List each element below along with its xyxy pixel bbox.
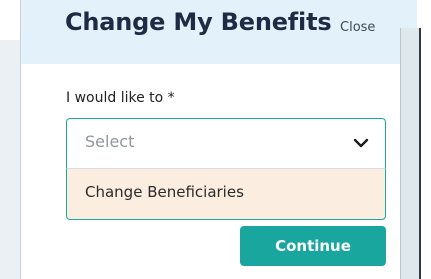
field-label: I would like to *	[66, 90, 175, 106]
continue-button[interactable]: Continue	[240, 226, 386, 266]
benefit-action-select[interactable]: Select	[66, 118, 386, 168]
left-bezel	[0, 40, 20, 279]
modal-title: Change My Benefits	[65, 8, 332, 36]
chevron-down-icon	[353, 138, 369, 148]
select-placeholder: Select	[85, 132, 135, 151]
screen-frame: Change My Benefits Close I would like to…	[0, 0, 431, 279]
change-benefits-modal: Change My Benefits Close I would like to…	[20, 0, 417, 279]
close-link[interactable]: Close	[340, 20, 375, 35]
select-options-list: Change Beneficiaries	[66, 168, 386, 220]
modal-header: Change My Benefits Close	[21, 0, 417, 64]
right-bezel	[400, 28, 421, 279]
option-change-beneficiaries[interactable]: Change Beneficiaries	[85, 183, 244, 201]
